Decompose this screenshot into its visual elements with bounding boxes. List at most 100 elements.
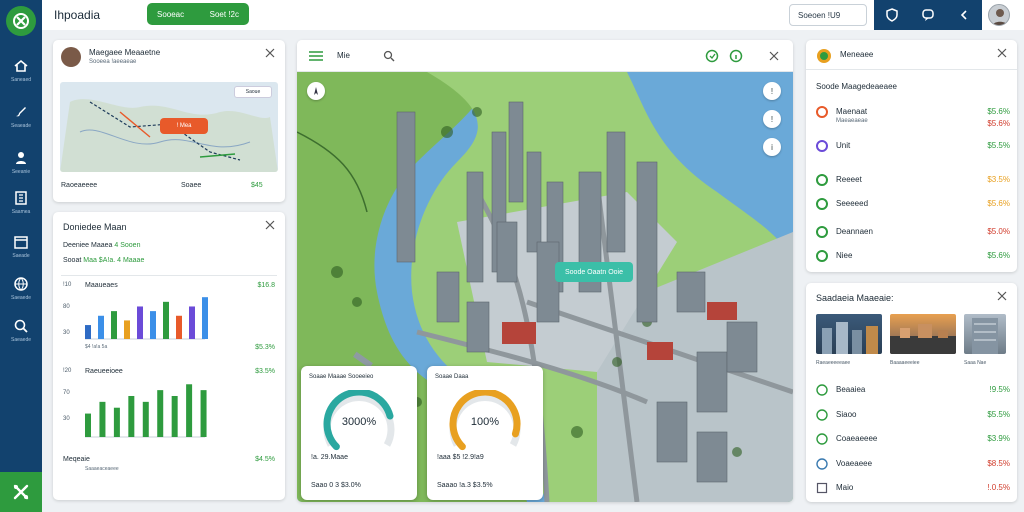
metric-label: Niee (836, 251, 853, 260)
building-icon (15, 190, 27, 205)
mini-map[interactable]: Saoue ! Mea (60, 82, 278, 172)
gauge-card-1[interactable]: Soaae Maaae Sooeeieo 3000% !a. 29.Maae S… (301, 366, 417, 500)
media-thumb-3[interactable] (964, 314, 1006, 354)
chart-bar[interactable] (111, 311, 117, 339)
menu-icon[interactable] (309, 51, 323, 61)
chart-bar[interactable] (128, 395, 135, 437)
media-thumb-2[interactable] (890, 314, 956, 354)
status-pill-button[interactable]: Sooeac Soet !2c (147, 3, 249, 25)
tools-button[interactable] (0, 472, 42, 512)
chart-bar[interactable] (142, 401, 149, 437)
metric-sub: Maeaeaeae (836, 118, 868, 124)
gauge-1-line-1: !a. 29.Maae (311, 454, 348, 461)
refresh-icon[interactable] (705, 49, 719, 63)
metrics-section-title: Soode Maagedeaeaee (816, 82, 897, 91)
chat-icon (922, 9, 934, 21)
close-icon[interactable] (997, 48, 1007, 58)
map-control-1[interactable]: ! (763, 82, 781, 100)
chart-bar[interactable] (99, 401, 106, 437)
close-icon[interactable] (997, 291, 1007, 301)
share-button[interactable] (956, 7, 972, 23)
top-actions (874, 0, 982, 30)
metric-row[interactable]: Maenaat $5.6% Maeaeaeae $5.6% (816, 106, 1010, 128)
chart-bar[interactable] (150, 311, 156, 339)
sidebar-item-globe[interactable]: Saeaede (0, 270, 42, 306)
map-location-badge[interactable]: ! Mea (160, 118, 208, 134)
profile-footer-left: Raoeaeeee (61, 182, 98, 189)
shield-button[interactable] (884, 7, 900, 23)
chart-bar[interactable] (171, 395, 178, 437)
sidebar-item-brush[interactable]: Seaeade (0, 98, 42, 134)
media-thumb-1[interactable] (816, 314, 882, 354)
search-icon[interactable] (383, 50, 395, 62)
map-control-3[interactable]: i (763, 138, 781, 156)
metric-row[interactable]: Seeeeed $5.6% (816, 198, 1010, 212)
media-row-value: !9.5% (989, 385, 1010, 394)
chart-2-title: Raeueeioee (85, 368, 123, 375)
gauge-2-title: Soaae Daaa (435, 374, 469, 380)
person-icon (16, 151, 26, 164)
sidebar-item-person[interactable]: Seeanie (0, 144, 42, 180)
calendar-icon (14, 235, 28, 249)
chart-2-bottom-value: $4.5% (255, 456, 275, 463)
map-panel: Mie ! ! i Soode Oaatn Ooie Soaae Maaae S… (297, 40, 793, 502)
sidebar-item-search[interactable]: Saeaede (0, 312, 42, 348)
info-icon[interactable] (729, 49, 743, 63)
globe-icon (14, 276, 28, 291)
media-row[interactable]: Maio !.0.5% (816, 482, 1010, 496)
media-row[interactable]: Voaeaeee $8.5% (816, 457, 1010, 472)
sidebar-item-calendar[interactable]: Saeade (0, 228, 42, 264)
metric-value: $5.6% (987, 107, 1010, 116)
chart-bar[interactable] (186, 384, 193, 437)
close-icon[interactable] (769, 51, 779, 61)
media-row[interactable]: Beaaiea !9.5% (816, 384, 1010, 398)
chart-bar[interactable] (85, 325, 91, 339)
check-circle-icon (816, 457, 828, 470)
metric-row[interactable]: Reeeet $3.5% (816, 174, 1010, 188)
sidebar-item-building[interactable]: Saamea (0, 184, 42, 220)
chart-bar[interactable] (124, 320, 130, 339)
media-row[interactable]: Coaeaeeee $3.9% (816, 433, 1010, 447)
media-row-value: !.0.5% (987, 483, 1010, 492)
media-row-label: Coaeaeeee (836, 434, 878, 443)
chart-2-plot (85, 384, 207, 438)
chart-bar[interactable] (85, 413, 91, 437)
metric-value: $3.5% (987, 175, 1010, 184)
gauge-card-2[interactable]: Soaae Daaa 100% !aaa $5 !2.9!a9 Saaao !a… (427, 366, 543, 500)
metric-row[interactable]: Unit $5.5% (816, 140, 1010, 154)
chart-bar[interactable] (176, 315, 182, 339)
chart-bar[interactable] (137, 306, 143, 339)
map-tag[interactable]: Saoue (234, 86, 272, 98)
logo-icon[interactable] (6, 6, 36, 36)
metric-row[interactable]: Deannaen $5.0% (816, 226, 1010, 240)
metric-row[interactable]: Niee $5.6% (816, 250, 1010, 264)
media-row-value: $8.5% (987, 458, 1010, 468)
shield-icon (886, 8, 898, 22)
media-row-label: Maio (836, 483, 854, 492)
chart-bar[interactable] (163, 301, 169, 339)
map-location-label[interactable]: Soode Oaatn Ooie (555, 262, 633, 282)
user-avatar[interactable] (988, 4, 1010, 26)
metric-label: Seeeeed (836, 199, 869, 208)
chart-1-value: $16.8 (257, 282, 275, 289)
close-icon[interactable] (265, 48, 275, 58)
chart-bar[interactable] (98, 315, 104, 339)
bar-chart-2: !20 70 30 Raeueeioee $3.5% Meqeaie Saaae… (63, 368, 275, 472)
chart-bar[interactable] (200, 390, 207, 437)
chart-bar[interactable] (202, 297, 208, 339)
media-row[interactable]: Siaoo $5.5% (816, 408, 1010, 423)
chart-bar[interactable] (189, 306, 195, 339)
sidebar-item-home[interactable]: Saneaed (0, 52, 42, 88)
compass-icon (314, 87, 318, 95)
bar-chart-1: !10 80 30 Maaueaes $16.8 $4 !a!a 5a $5.3… (63, 282, 275, 351)
chat-button[interactable] (920, 7, 936, 23)
chart-bar[interactable] (113, 407, 120, 437)
map-zoom-button[interactable] (307, 82, 325, 100)
close-icon[interactable] (265, 220, 275, 230)
map-control-2[interactable]: ! (763, 110, 781, 128)
diamond-icon (816, 198, 828, 210)
top-search-input[interactable]: Soeoen !U9 (789, 4, 867, 26)
map-toolbar-text: Mie (337, 51, 350, 60)
chart-bar[interactable] (157, 390, 164, 437)
media-thumb-3-caption: Saaa Nae (964, 360, 987, 366)
